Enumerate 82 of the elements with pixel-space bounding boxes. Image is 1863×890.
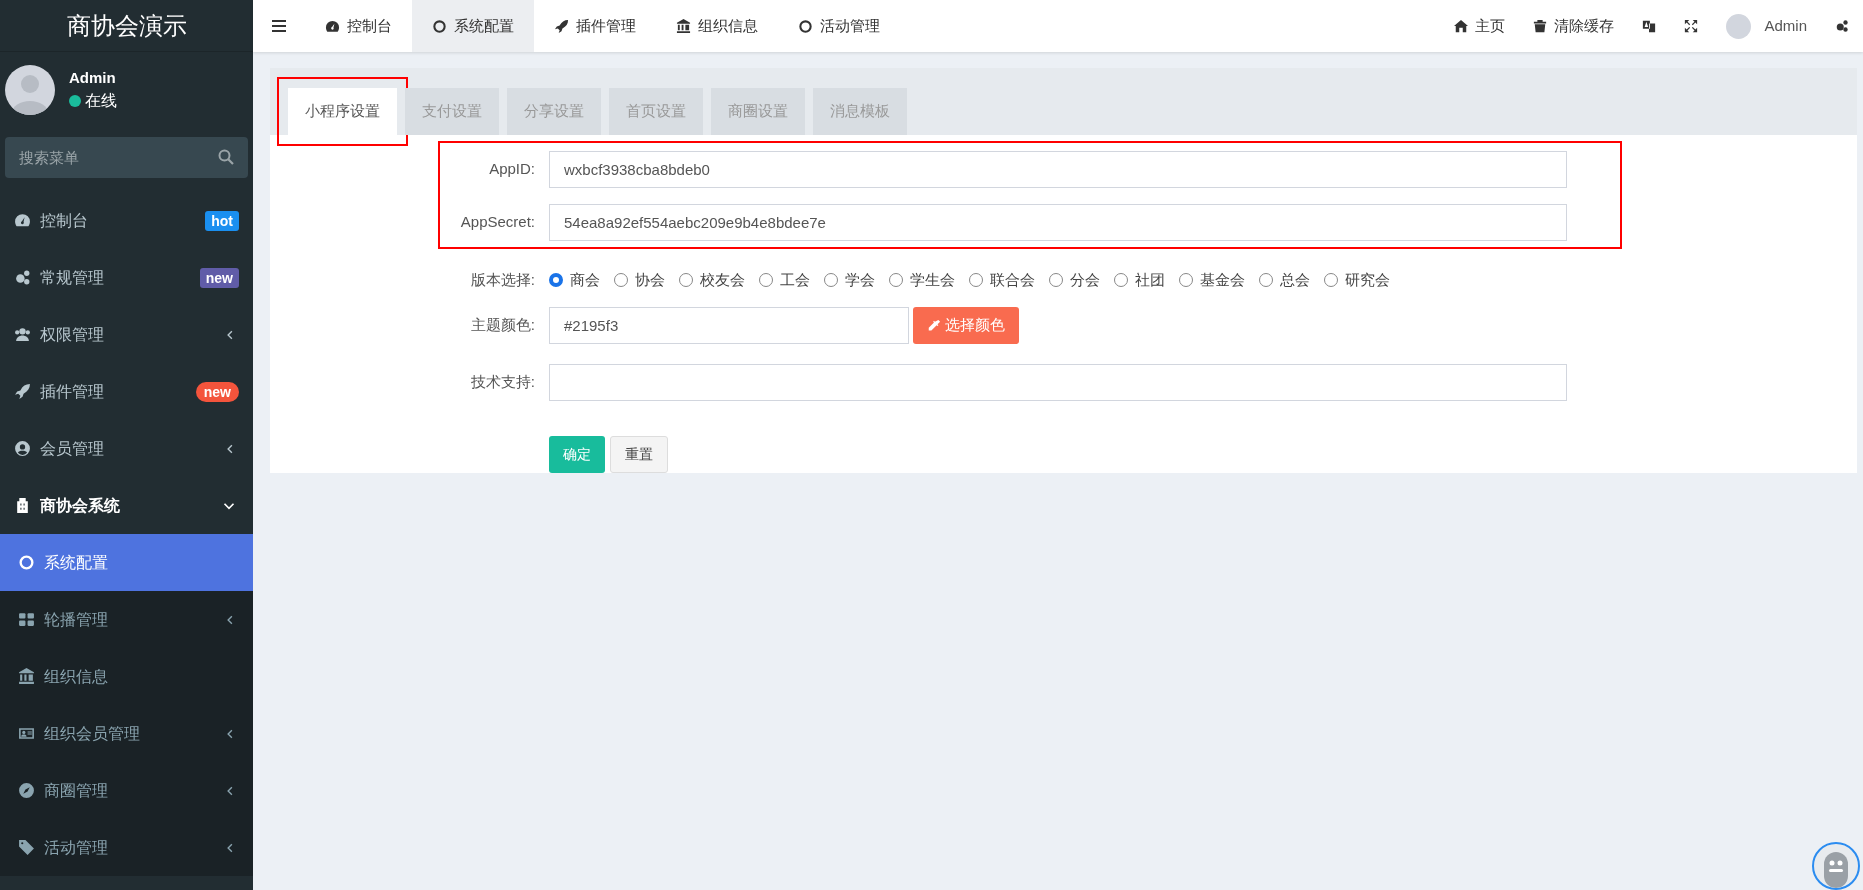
menu-badge: hot xyxy=(205,210,239,231)
user-status: 在线 xyxy=(85,91,117,112)
menu-badge: new xyxy=(195,381,239,402)
field-label: 版本选择: xyxy=(469,269,536,290)
nav-tab[interactable]: 控制台 xyxy=(305,0,412,52)
expand-icon xyxy=(1684,19,1699,33)
gears-icon xyxy=(1835,19,1849,33)
tech-support-field[interactable] xyxy=(549,364,1567,401)
menu-item[interactable]: 组织信息 xyxy=(0,648,253,705)
search-field[interactable]: 搜索菜单 xyxy=(5,137,248,178)
user-menu[interactable]: Admin xyxy=(1712,0,1821,52)
field-label: AppSecret: xyxy=(459,211,536,232)
menu-item[interactable]: 活动管理 xyxy=(0,819,253,876)
chevron-left-icon xyxy=(225,785,235,796)
grid-icon xyxy=(18,611,35,628)
menu-item[interactable]: 插件管理 new xyxy=(0,363,253,420)
field-label: AppID: xyxy=(488,158,536,179)
nav-tab[interactable]: 系统配置 xyxy=(412,0,534,52)
menu-item[interactable]: 组织会员管理 xyxy=(0,705,253,762)
chevron-left-icon xyxy=(225,614,235,625)
appid-field[interactable]: wxbcf3938cba8bdeb0 xyxy=(549,150,1567,188)
menu-icon xyxy=(271,18,287,34)
circle-icon xyxy=(432,18,447,34)
dashboard-icon xyxy=(14,212,31,229)
menu-item[interactable]: 商圈管理 xyxy=(0,762,253,819)
eyedropper-icon xyxy=(927,318,941,333)
nav-tab[interactable]: 组织信息 xyxy=(656,0,778,52)
home-link[interactable]: 主页 xyxy=(1440,0,1520,52)
bank-icon xyxy=(18,668,35,685)
menu-item[interactable]: 常规管理 new xyxy=(0,249,253,306)
color-field[interactable]: #2195f3 xyxy=(549,307,909,344)
version-radio[interactable]: 基金会 xyxy=(1179,268,1245,291)
version-radio[interactable]: 分会 xyxy=(1049,268,1100,291)
trash-icon xyxy=(1533,19,1548,33)
dashboard-icon xyxy=(325,18,340,34)
chevron-left-icon xyxy=(225,728,235,739)
field-label: 主题颜色: xyxy=(469,315,536,336)
version-radio[interactable]: 工会 xyxy=(759,268,810,291)
nav-tab[interactable]: 插件管理 xyxy=(534,0,656,52)
rocket-icon xyxy=(14,383,31,400)
avatar-placeholder xyxy=(5,65,55,115)
version-radio[interactable]: 协会 xyxy=(614,268,665,291)
chevron-left-icon xyxy=(225,329,235,340)
version-radio[interactable]: 研究会 xyxy=(1324,268,1390,291)
home-icon xyxy=(1454,19,1469,33)
users-icon xyxy=(14,326,31,343)
bank-icon xyxy=(676,18,691,34)
gears-icon xyxy=(14,269,31,286)
menu-item[interactable]: 会员管理 xyxy=(0,420,253,477)
version-radio[interactable]: 联合会 xyxy=(969,268,1035,291)
circle-icon xyxy=(18,554,35,571)
avatar-placeholder xyxy=(1726,13,1752,39)
translate-icon xyxy=(1642,19,1657,33)
robot-chat-icon[interactable] xyxy=(1812,842,1860,890)
menu-item[interactable]: 权限管理 xyxy=(0,306,253,363)
id-card-icon xyxy=(18,725,35,742)
user-name: Admin xyxy=(69,67,117,88)
reset-button[interactable]: 重置 xyxy=(610,436,668,473)
version-radio[interactable]: 校友会 xyxy=(679,268,745,291)
tags-icon xyxy=(18,839,35,856)
circle-icon xyxy=(798,18,813,34)
menu-badge: new xyxy=(199,267,239,288)
compass-icon xyxy=(18,782,35,799)
menu-item[interactable]: 控制台 hot xyxy=(0,192,253,249)
version-radio[interactable]: 商会 xyxy=(549,268,600,291)
chevron-left-icon xyxy=(225,842,235,853)
nav-tab[interactable]: 活动管理 xyxy=(778,0,900,52)
version-radio[interactable]: 总会 xyxy=(1259,268,1310,291)
clear-cache-link[interactable]: 清除缓存 xyxy=(1519,0,1629,52)
building-icon xyxy=(14,497,31,514)
menu-item[interactable]: 商协会系统 xyxy=(0,477,253,534)
menu-item[interactable]: 轮播管理 xyxy=(0,591,253,648)
field-label: 技术支持: xyxy=(469,372,536,393)
search-icon xyxy=(218,149,234,165)
version-radio[interactable]: 社团 xyxy=(1114,268,1165,291)
appsecret-field[interactable]: 54ea8a92ef554aebc209e9b4e8bdee7e xyxy=(549,203,1567,241)
menu-item[interactable]: 系统配置 xyxy=(0,534,253,591)
version-radio[interactable]: 学生会 xyxy=(889,268,955,291)
version-radio[interactable]: 学会 xyxy=(824,268,875,291)
settings-tab[interactable]: 小程序设置 xyxy=(288,88,397,135)
chevron-left-icon xyxy=(225,443,235,454)
rocket-icon xyxy=(554,18,569,34)
